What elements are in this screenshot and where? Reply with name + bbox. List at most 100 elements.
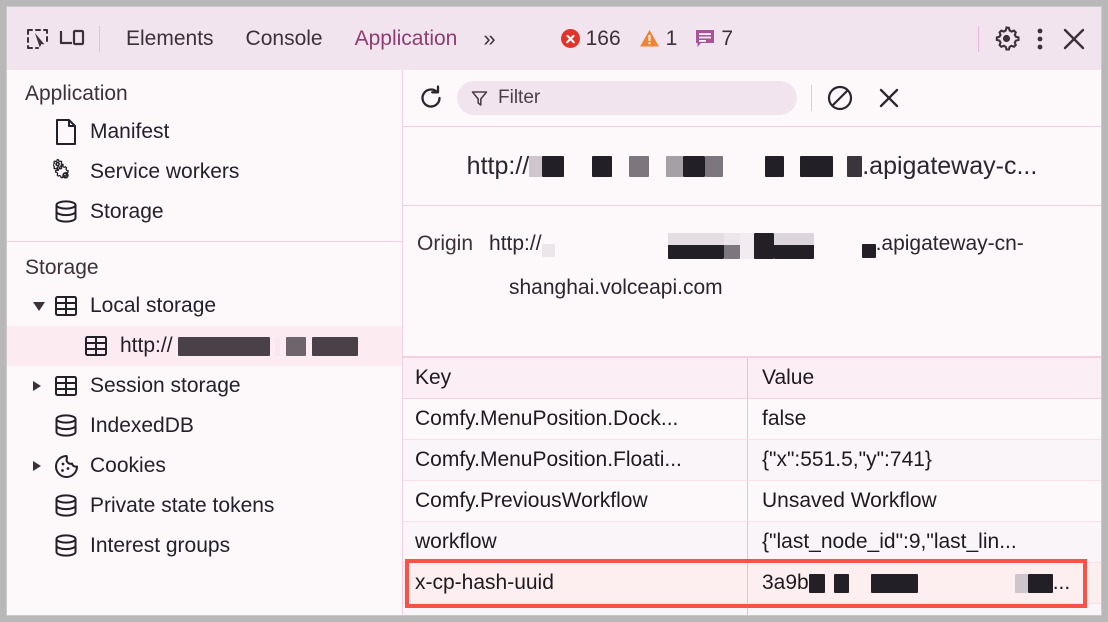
row-value: false — [762, 407, 807, 430]
origin-prefix: http:// — [489, 232, 542, 255]
sidebar-item-local-storage[interactable]: Local storage — [7, 286, 402, 326]
redacted-origin — [177, 334, 359, 358]
filter-input[interactable]: Filter — [457, 81, 797, 115]
close-icon[interactable] — [1057, 22, 1091, 56]
message-icon — [695, 29, 715, 48]
row-key: Comfy.MenuPosition.Dock... — [403, 399, 748, 439]
three-dot-menu-icon[interactable] — [1023, 22, 1057, 56]
tab-elements[interactable]: Elements — [110, 7, 230, 70]
origin-block: Origin http:// .apigateway-cn- shanghai.… — [403, 206, 1101, 357]
device-toolbar-icon[interactable] — [55, 22, 89, 56]
origin-row: Origin http:// .apigateway-cn- — [403, 222, 1101, 266]
table-row[interactable]: Comfy.PreviousWorkflow Unsaved Workflow — [403, 481, 1101, 522]
local-storage-panel: Filter http:// .apigateway-c... Origin h… — [403, 70, 1101, 615]
sidebar-section-application: Application — [25, 82, 128, 105]
origin-redaction-blocks — [541, 229, 876, 259]
sidebar-item-label: Private state tokens — [90, 494, 275, 517]
sidebar-item-label: Interest groups — [90, 534, 231, 557]
sidebar-item-label: http:// — [120, 334, 173, 357]
tab-application[interactable]: Application — [339, 7, 474, 70]
delete-selected-x-icon[interactable] — [876, 85, 902, 111]
devtools-toolbar: Elements Console Application » 166 1 7 — [7, 7, 1101, 70]
row-value-redaction-blocks — [808, 573, 1053, 593]
sidebar-item-storage[interactable]: Storage — [7, 192, 402, 232]
manifest-document-icon — [53, 119, 79, 145]
refresh-icon[interactable] — [417, 84, 445, 112]
sidebar-item-label: Local storage — [90, 294, 217, 317]
row-value: 3a9b ... — [748, 563, 1101, 603]
clear-all-circle-slash-icon[interactable] — [826, 84, 854, 112]
row-key-empty — [403, 604, 748, 615]
url-prefix: http:// — [466, 151, 530, 180]
origin-line2: shanghai.volceapi.com — [509, 276, 723, 299]
filter-placeholder: Filter — [498, 87, 541, 108]
sidebar-item-indexeddb[interactable]: IndexedDB — [7, 406, 402, 446]
row-value: Unsaved Workflow — [762, 489, 937, 512]
row-value-suffix: ... — [1052, 571, 1071, 594]
row-value-empty — [748, 604, 1101, 615]
column-header-key[interactable]: Key — [403, 358, 748, 398]
message-counter[interactable]: 7 — [689, 27, 739, 51]
warning-icon — [639, 29, 660, 48]
error-icon — [560, 29, 580, 48]
tab-console[interactable]: Console — [230, 7, 339, 70]
row-value: {"last_node_id":9,"last_lin... — [762, 530, 1017, 553]
inspect-element-icon[interactable] — [21, 22, 55, 56]
chevron-right-icon[interactable] — [33, 381, 41, 391]
sidebar-item-interest-groups[interactable]: Interest groups — [7, 526, 402, 566]
panel-toolbar-divider — [811, 85, 812, 111]
table-icon — [53, 293, 79, 319]
devtools-body: Application Manifest Service workers Sto… — [7, 70, 1101, 615]
sidebar-item-label: Service workers — [90, 160, 240, 183]
database-icon — [53, 493, 79, 519]
row-key: Comfy.MenuPosition.Floati... — [403, 440, 748, 480]
chevron-down-icon[interactable] — [33, 301, 45, 311]
gear-icon[interactable] — [989, 22, 1023, 56]
url-suffix: .apigateway-c... — [862, 151, 1038, 180]
sidebar-item-label: Session storage — [90, 374, 241, 397]
row-value-prefix: 3a9b — [762, 571, 809, 594]
table-header-row: Key Value — [403, 357, 1101, 399]
message-count: 7 — [721, 26, 734, 50]
warning-counter[interactable]: 1 — [633, 27, 684, 51]
row-key: workflow — [403, 522, 748, 562]
table-icon — [83, 333, 109, 359]
sidebar-item-session-storage[interactable]: Session storage — [7, 366, 402, 406]
sidebar-item-local-storage-origin[interactable]: http:// j — [7, 326, 402, 366]
error-count: 166 — [585, 26, 621, 50]
table-row[interactable]: Comfy.MenuPosition.Dock... false — [403, 399, 1101, 440]
table-row-highlighted[interactable]: x-cp-hash-uuid 3a9b ... — [403, 563, 1101, 604]
row-key: Comfy.PreviousWorkflow — [403, 481, 748, 521]
origin-suffix: .apigateway-cn- — [875, 232, 1024, 255]
more-tabs-icon[interactable]: » — [473, 26, 502, 52]
error-counter[interactable]: 166 — [555, 27, 627, 51]
warning-count: 1 — [665, 26, 678, 50]
row-value: {"x":551.5,"y":741} — [762, 448, 932, 471]
key-value-table: Key Value Comfy.MenuPosition.Dock... fal… — [403, 357, 1101, 615]
database-icon — [53, 533, 79, 559]
origin-label: Origin — [417, 232, 474, 255]
sidebar-item-service-workers[interactable]: Service workers — [7, 152, 402, 192]
column-header-value[interactable]: Value — [748, 358, 1101, 398]
table-row[interactable]: Comfy.MenuPosition.Floati... {"x":551.5,… — [403, 440, 1101, 481]
toolbar-divider — [99, 25, 100, 52]
chevron-right-icon[interactable] — [33, 461, 41, 471]
table-icon — [53, 373, 79, 399]
sidebar-item-label: Cookies — [90, 454, 166, 477]
database-icon — [53, 199, 79, 225]
sidebar-item-label: Manifest — [90, 120, 170, 143]
gears-icon — [53, 159, 79, 185]
row-key: x-cp-hash-uuid — [403, 563, 748, 603]
sidebar-item-cookies[interactable]: Cookies — [7, 446, 402, 486]
devtools-window: Elements Console Application » 166 1 7 A… — [6, 6, 1102, 616]
sidebar-item-label: IndexedDB — [90, 414, 194, 437]
sidebar-item-private-state-tokens[interactable]: Private state tokens — [7, 486, 402, 526]
table-row[interactable]: workflow {"last_node_id":9,"last_lin... — [403, 522, 1101, 563]
issue-counters: 166 1 7 — [555, 27, 739, 51]
cookie-icon — [53, 453, 79, 479]
sidebar-item-manifest[interactable]: Manifest — [7, 112, 402, 152]
storage-url-title: http:// .apigateway-c... — [403, 127, 1101, 206]
url-redaction-blocks — [529, 155, 863, 177]
filter-funnel-icon — [471, 90, 488, 107]
table-row-empty[interactable] — [403, 604, 1101, 615]
